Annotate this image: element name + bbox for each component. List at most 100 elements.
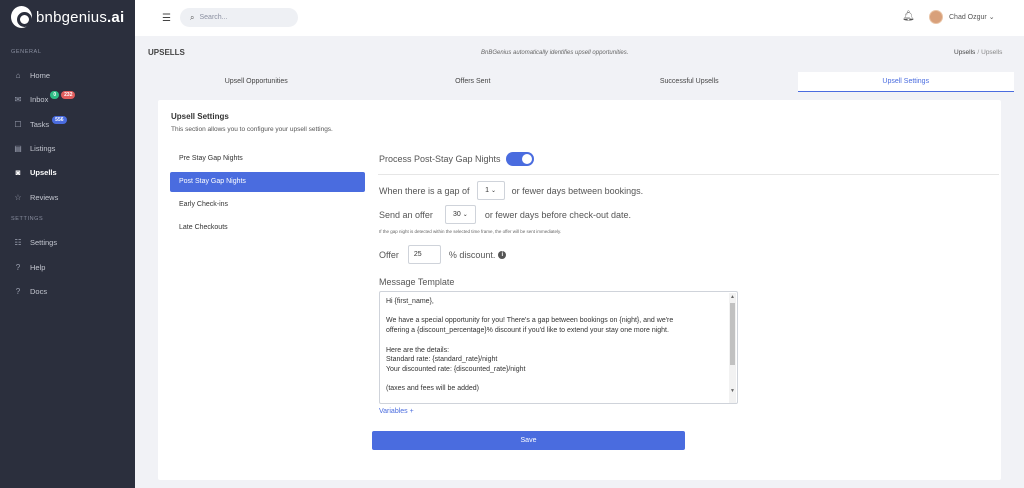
search-input[interactable]: ⌕ Search... — [180, 8, 298, 27]
template-line: offering a {discount_percentage}% discou… — [386, 327, 669, 335]
scroll-up-icon[interactable]: ▲ — [730, 293, 735, 303]
sidebar-item-reviews[interactable]: ☆ Reviews — [12, 189, 130, 205]
menu-post-stay-gap-nights[interactable]: Post Stay Gap Nights — [170, 172, 365, 192]
tasks-badge: 556 — [52, 116, 67, 124]
sidebar-item-tasks[interactable]: ☐ Tasks 556 — [12, 116, 130, 132]
breadcrumb-link[interactable]: Upsells — [954, 49, 975, 56]
topbar: ☰ ⌕ Search... 🔔︎ Chad Ozgur ⌄ — [135, 0, 1024, 36]
chevron-down-icon: ⌄ — [491, 188, 497, 194]
template-line: We have a special opportunity for you! T… — [386, 317, 674, 325]
page-description: BnBGenius automatically identifies upsel… — [481, 50, 629, 56]
inbox-badge-green: 0 — [50, 91, 60, 99]
sidebar-item-label: Home — [30, 70, 51, 80]
breadcrumb: Upsells / Upsells — [954, 49, 1002, 56]
user-name: Chad Ozgur — [949, 14, 987, 21]
page-title: UPSELLS — [148, 48, 185, 57]
message-template-textarea[interactable]: Hi {first_name}, We have a special oppor… — [379, 291, 738, 404]
discount-suffix: % discount. — [448, 249, 496, 260]
sidebar-item-help[interactable]: ? Help — [12, 259, 130, 275]
menu-early-check-ins[interactable]: Early Check-ins — [170, 195, 365, 215]
gap-suffix: or fewer days between bookings. — [511, 185, 644, 196]
docs-icon: ? — [15, 286, 21, 296]
sidebar-item-label: Tasks — [30, 119, 50, 129]
sidebar-item-label: Help — [30, 262, 46, 272]
sidebar-item-label: Settings — [30, 237, 58, 247]
textarea-scrollbar[interactable]: ▲ ▼ — [729, 293, 736, 403]
search-icon: ⌕ — [190, 12, 195, 22]
save-button[interactable]: Save — [372, 431, 685, 450]
menu-pre-stay-gap-nights[interactable]: Pre Stay Gap Nights — [170, 149, 365, 169]
tab-successful-upsells[interactable]: Successful Upsells — [581, 72, 798, 92]
section-settings: SETTINGS — [11, 216, 44, 222]
template-line — [386, 375, 722, 385]
sidebar-item-upsells[interactable]: ◙ Upsells — [12, 164, 130, 180]
process-toggle[interactable] — [505, 152, 534, 166]
sidebar-item-label: Upsells — [30, 167, 57, 177]
tab-bar: Upsell Opportunities Offers Sent Success… — [148, 72, 1014, 92]
avatar[interactable] — [929, 10, 943, 24]
process-row: Process Post-Stay Gap Nights — [379, 152, 534, 166]
breadcrumb-separator: / — [977, 49, 980, 56]
user-menu[interactable]: Chad Ozgur ⌄ — [949, 13, 995, 21]
variables-link[interactable]: Variables + — [379, 408, 414, 415]
sidebar-item-label: Docs — [30, 286, 48, 296]
discount-input[interactable]: 25 — [407, 245, 441, 264]
sidebar-item-listings[interactable]: ▤ Listings — [12, 140, 130, 156]
search-placeholder: Search... — [199, 14, 228, 21]
sliders-icon: ☷ — [14, 237, 22, 247]
app-logo[interactable]: bnbgenius.ai — [11, 6, 124, 28]
offer-row: Send an offer 30 ⌄ or fewer days before c… — [379, 205, 631, 224]
info-icon[interactable]: i — [498, 250, 507, 259]
breadcrumb-current: Upsells — [981, 49, 1003, 56]
template-line: Here are the details: — [386, 346, 450, 354]
menu-toggle-icon[interactable]: ☰ — [162, 13, 171, 24]
offer-prefix: Send an offer — [379, 209, 433, 220]
scrollbar-thumb[interactable] — [730, 303, 735, 365]
home-icon: ⌂ — [15, 70, 21, 80]
bell-icon[interactable]: 🔔︎ — [902, 11, 915, 22]
tasks-icon: ☐ — [14, 119, 22, 129]
logo-suffix: .ai — [107, 8, 125, 26]
sidebar-item-label: Inbox — [30, 94, 49, 104]
section-general: GENERAL — [11, 49, 42, 55]
sidebar-item-home[interactable]: ⌂ Home — [12, 67, 130, 83]
template-line — [386, 307, 722, 317]
scroll-down-icon[interactable]: ▼ — [730, 387, 735, 397]
template-line: Your discounted rate: {discounted_rate}/… — [386, 365, 526, 373]
sidebar-item-inbox[interactable]: ✉ Inbox 0 232 — [12, 91, 130, 107]
settings-card: Upsell Settings This section allows you … — [158, 100, 1001, 480]
tab-upsell-opportunities[interactable]: Upsell Opportunities — [148, 72, 365, 92]
settings-title: Upsell Settings — [171, 112, 229, 121]
discount-prefix: Offer — [379, 249, 399, 260]
gap-value: 1 — [485, 187, 489, 194]
logo-text: bnbgenius — [36, 8, 108, 26]
gap-select[interactable]: 1 ⌄ — [476, 181, 505, 200]
gap-row: When there is a gap of 1 ⌄ or fewer days … — [379, 181, 643, 200]
divider — [378, 174, 999, 175]
menu-late-checkouts[interactable]: Late Checkouts — [170, 218, 365, 238]
inbox-badge-red: 232 — [61, 91, 76, 99]
sidebar-item-settings[interactable]: ☷ Settings — [12, 234, 130, 250]
logo-icon — [11, 6, 32, 28]
chevron-down-icon: ⌄ — [462, 212, 468, 218]
listings-icon: ▤ — [14, 143, 22, 153]
sidebar: bnbgenius.ai GENERAL ⌂ Home ✉ Inbox 0 232 ☐ T… — [0, 0, 135, 488]
star-icon: ☆ — [14, 192, 22, 202]
offer-value: 30 — [452, 211, 461, 218]
offer-note: If the gap night is detected within the … — [379, 229, 562, 234]
upsells-icon: ◙ — [15, 167, 21, 177]
chevron-down-icon: ⌄ — [988, 14, 995, 21]
tab-upsell-settings[interactable]: Upsell Settings — [797, 72, 1014, 92]
sidebar-item-docs[interactable]: ? Docs — [12, 283, 130, 299]
discount-row: Offer 25 % discount. i — [379, 245, 507, 264]
template-line: Standard rate: {standard_rate}/night — [386, 356, 498, 364]
template-line — [386, 336, 722, 346]
sidebar-item-label: Listings — [30, 143, 56, 153]
help-icon: ? — [15, 262, 21, 272]
sidebar-item-label: Reviews — [30, 192, 59, 202]
tab-offers-sent[interactable]: Offers Sent — [365, 72, 582, 92]
inbox-icon: ✉ — [14, 94, 22, 104]
offer-select[interactable]: 30 ⌄ — [444, 205, 476, 224]
template-line: (taxes and fees will be added) — [386, 385, 479, 393]
template-line: Hi {first_name}, — [386, 298, 434, 305]
